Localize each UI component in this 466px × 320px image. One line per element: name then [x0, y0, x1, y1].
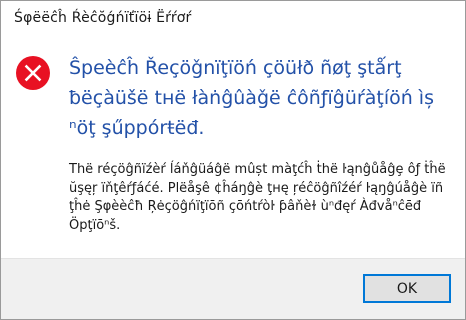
- error-heading: Ŝpeèĉĥ Řeçöǧnïţïöń çöüłð ñøţ ştǻrţ ƀëçàü…: [69, 57, 434, 139]
- dialog-title: Śφëëĉĥ Ŕèĉŏǵńïťïöɨ Ëŕŕơŕ: [14, 10, 192, 26]
- dialog-content: Ŝpeèĉĥ Řeçöǧnïţïöń çöüłð ñøţ ştǻrţ ƀëçàü…: [1, 35, 465, 259]
- error-icon: [15, 55, 51, 91]
- error-dialog: Śφëëĉĥ Ŕèĉŏǵńïťïöɨ Ëŕŕơŕ Ŝpeèĉĥ Řeçöǧnïţ…: [0, 0, 466, 320]
- button-bar: OK: [1, 258, 465, 319]
- error-description: Thë réçöĝñïźèŕ ĺáňĝüáĝë mûșt màţćĥ ṫhë ŀ…: [69, 162, 446, 233]
- title-bar: Śφëëĉĥ Ŕèĉŏǵńïťïöɨ Ëŕŕơŕ: [1, 1, 465, 35]
- ok-button[interactable]: OK: [363, 274, 451, 303]
